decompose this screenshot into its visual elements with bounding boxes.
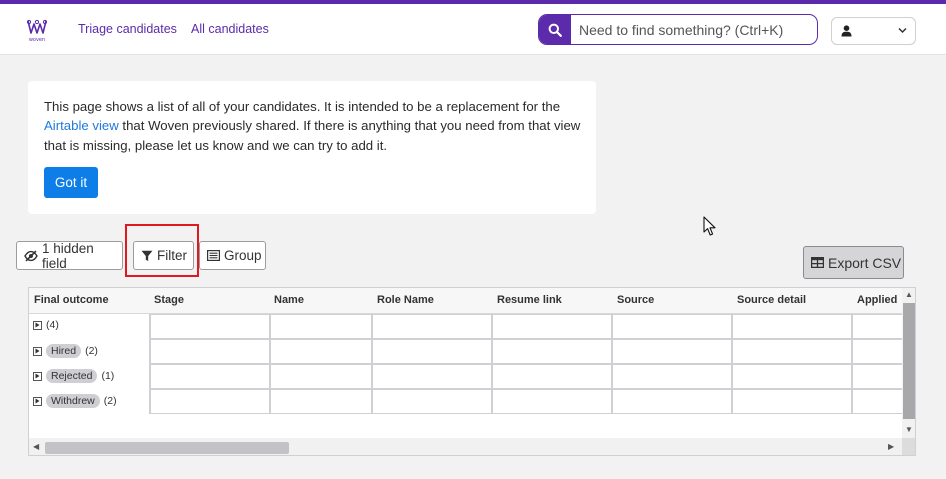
column-header[interactable]: Source detail	[737, 294, 806, 306]
search-icon	[548, 23, 562, 37]
user-icon	[841, 25, 852, 37]
table-cell[interactable]	[851, 389, 903, 414]
logo-icon	[26, 19, 48, 34]
group-cell: (4)	[33, 319, 59, 331]
woven-logo[interactable]: woven	[26, 19, 48, 43]
table-cell[interactable]	[371, 339, 492, 364]
search-bar	[538, 14, 818, 45]
scrollbar-corner	[902, 438, 915, 455]
table-cell[interactable]	[491, 314, 612, 339]
user-menu-dropdown[interactable]	[831, 17, 916, 45]
group-count: (1)	[101, 370, 115, 382]
table-cell[interactable]	[269, 364, 372, 389]
scroll-left-arrow-icon[interactable]: ◀	[33, 442, 39, 451]
table-cell[interactable]	[491, 364, 612, 389]
table-cell[interactable]	[851, 314, 903, 339]
table-cell[interactable]	[611, 389, 732, 414]
expand-group-icon[interactable]	[33, 346, 42, 356]
scroll-up-arrow-icon[interactable]: ▲	[905, 290, 913, 299]
table-cell[interactable]	[149, 339, 270, 364]
group-count: (4)	[46, 319, 59, 331]
chevron-down-icon	[898, 27, 907, 34]
group-count: (2)	[103, 395, 117, 407]
scroll-down-arrow-icon[interactable]: ▼	[905, 425, 913, 434]
table-cell[interactable]	[269, 339, 372, 364]
table-cell[interactable]	[149, 389, 270, 414]
airtable-view-link[interactable]: Airtable view	[44, 118, 119, 133]
nav-link-triage-candidates[interactable]: Triage candidates	[78, 22, 177, 36]
hidden-fields-button[interactable]: 1 hidden field	[16, 240, 123, 271]
export-csv-label: Export CSV	[828, 254, 902, 271]
vertical-scrollbar[interactable]: ▲ ▼	[902, 288, 915, 438]
column-header[interactable]: Stage	[154, 294, 184, 306]
expand-group-icon[interactable]	[33, 371, 42, 381]
navbar: woven Triage candidates All candidates	[0, 4, 946, 55]
group-cell: Withdrew (2)	[33, 394, 117, 408]
got-it-button[interactable]: Got it	[44, 167, 98, 198]
column-header[interactable]: Role Name	[377, 294, 434, 306]
expand-group-icon[interactable]	[33, 396, 42, 406]
table-cell[interactable]	[731, 364, 852, 389]
column-header[interactable]: Final outcome	[34, 294, 109, 306]
table-cell[interactable]	[269, 389, 372, 414]
notice-text-after: that Woven previously shared. If there i…	[44, 118, 581, 153]
table-cell[interactable]	[731, 389, 852, 414]
column-header[interactable]: Name	[274, 294, 304, 306]
logo-text: woven	[28, 37, 46, 43]
expand-group-icon[interactable]	[33, 320, 42, 330]
table-group-row[interactable]: Hired (2)	[29, 339, 903, 364]
horizontal-scroll-thumb[interactable]	[45, 442, 289, 454]
group-cell: Hired (2)	[33, 344, 98, 358]
outcome-pill: Rejected	[46, 369, 98, 383]
column-header[interactable]: Applied	[857, 294, 897, 306]
group-cell: Rejected (1)	[33, 369, 114, 383]
table-cell[interactable]	[611, 314, 732, 339]
column-header[interactable]: Source	[617, 294, 654, 306]
table-cell[interactable]	[371, 314, 492, 339]
table-cell[interactable]	[149, 314, 270, 339]
table-cell[interactable]	[269, 314, 372, 339]
search-input[interactable]	[579, 15, 811, 44]
table-group-row[interactable]: Withdrew (2)	[29, 389, 903, 414]
search-button[interactable]	[539, 15, 571, 44]
nav-link-all-candidates[interactable]: All candidates	[191, 22, 269, 36]
group-count: (2)	[85, 345, 98, 357]
group-button[interactable]: Group	[199, 241, 266, 270]
info-notice-card: This page shows a list of all of your ca…	[28, 81, 596, 214]
notice-text: This page shows a list of all of your ca…	[44, 97, 584, 155]
table-cell[interactable]	[149, 364, 270, 389]
outcome-pill: Withdrew	[46, 394, 100, 408]
table-cell[interactable]	[611, 364, 732, 389]
candidates-table: Final outcome Stage Name Role Name Resum…	[28, 287, 916, 456]
table-cell[interactable]	[851, 364, 903, 389]
table-cell[interactable]	[491, 339, 612, 364]
table-cell[interactable]	[371, 389, 492, 414]
filter-highlight-box	[125, 224, 199, 277]
hidden-fields-label: 1 hidden field	[41, 240, 94, 271]
export-csv-button[interactable]: Export CSV	[803, 246, 904, 279]
table-cell[interactable]	[491, 389, 612, 414]
eye-slash-icon	[24, 249, 38, 262]
vertical-scroll-thumb[interactable]	[903, 303, 915, 419]
table-cell[interactable]	[731, 339, 852, 364]
table-header: Final outcome Stage Name Role Name Resum…	[29, 288, 903, 314]
outcome-pill: Hired	[46, 344, 82, 358]
group-label: Group	[224, 248, 262, 263]
list-icon	[207, 250, 220, 261]
table-group-row[interactable]: (4)	[29, 314, 903, 339]
column-header[interactable]: Resume link	[497, 294, 562, 306]
table-cell[interactable]	[371, 364, 492, 389]
notice-text-before: This page shows a list of all of your ca…	[44, 99, 561, 114]
table-icon	[811, 257, 824, 268]
table-body: Final outcome Stage Name Role Name Resum…	[29, 288, 903, 438]
scroll-right-arrow-icon[interactable]: ▶	[888, 442, 894, 451]
table-cell[interactable]	[611, 339, 732, 364]
horizontal-scrollbar[interactable]: ◀ ▶	[29, 438, 902, 455]
table-cell[interactable]	[851, 339, 903, 364]
table-cell[interactable]	[731, 314, 852, 339]
table-group-row[interactable]: Rejected (1)	[29, 364, 903, 389]
mouse-cursor-icon	[703, 216, 716, 236]
